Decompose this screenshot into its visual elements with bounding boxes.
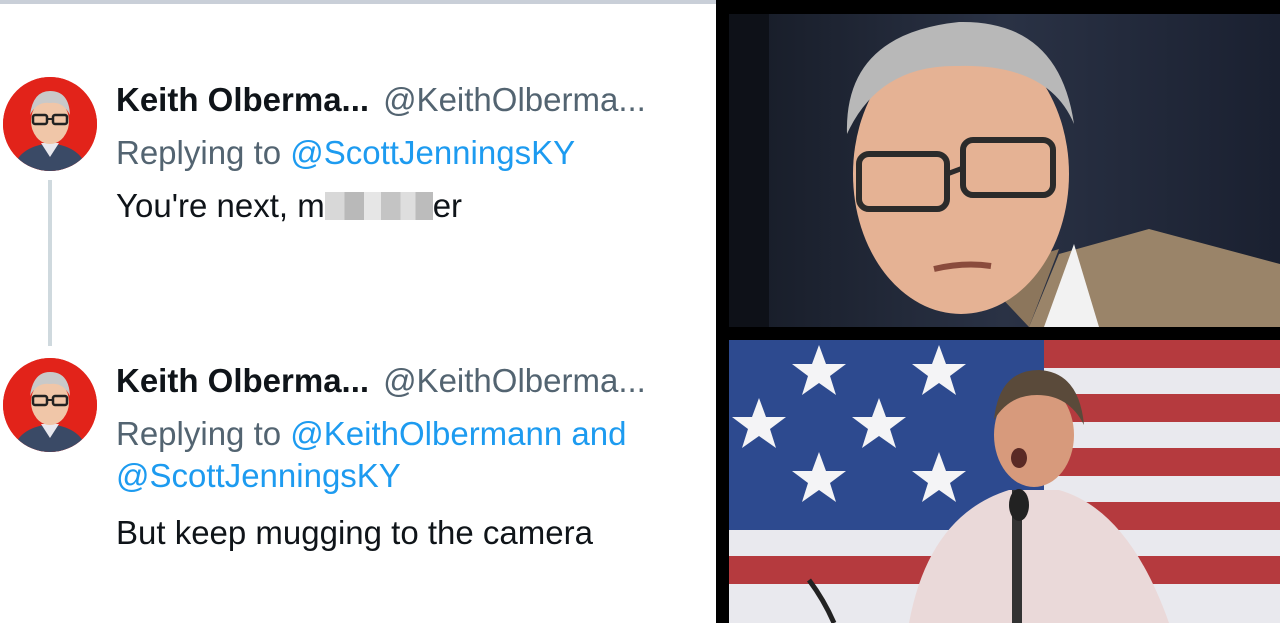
- tweet-header: Keith Olberma... @KeithOlberma...: [116, 80, 646, 120]
- tweet-header: Keith Olberma... @KeithOlberma...: [116, 361, 646, 401]
- top-divider: [0, 0, 716, 4]
- display-name[interactable]: Keith Olberma...: [116, 362, 369, 399]
- mention-link[interactable]: @ScottJenningsKY: [290, 134, 575, 171]
- replying-to-label: Replying to: [116, 415, 291, 452]
- tweet-text: You're next, m er: [116, 186, 462, 226]
- mention-joiner: and: [562, 415, 627, 452]
- replying-to: Replying to @ScottJenningsKY: [116, 132, 706, 174]
- censored-word-pixelation: [324, 192, 433, 220]
- mention-link[interactable]: @KeithOlbermann: [290, 415, 562, 452]
- tweet-text-end: er: [432, 187, 463, 224]
- tweet-text-start: You're next, m: [116, 187, 325, 224]
- tweet-text: But keep mugging to the camera: [116, 514, 593, 551]
- user-handle[interactable]: @KeithOlberma...: [383, 362, 646, 399]
- thread-connector-line: [48, 180, 52, 346]
- tweet-screenshot-panel: Keith Olberma... @KeithOlberma... Replyin…: [0, 0, 716, 623]
- speaker-with-flag-photo: [729, 340, 1280, 623]
- portrait-photo: [729, 14, 1280, 327]
- replying-to-label: Replying to: [116, 134, 291, 171]
- user-handle[interactable]: @KeithOlberma...: [383, 81, 646, 118]
- avatar[interactable]: [3, 77, 97, 171]
- mention-link[interactable]: @ScottJenningsKY: [116, 457, 401, 494]
- avatar[interactable]: [3, 358, 97, 452]
- replying-to: Replying to @KeithOlbermann and @ScottJen…: [116, 413, 706, 497]
- display-name[interactable]: Keith Olberma...: [116, 81, 369, 118]
